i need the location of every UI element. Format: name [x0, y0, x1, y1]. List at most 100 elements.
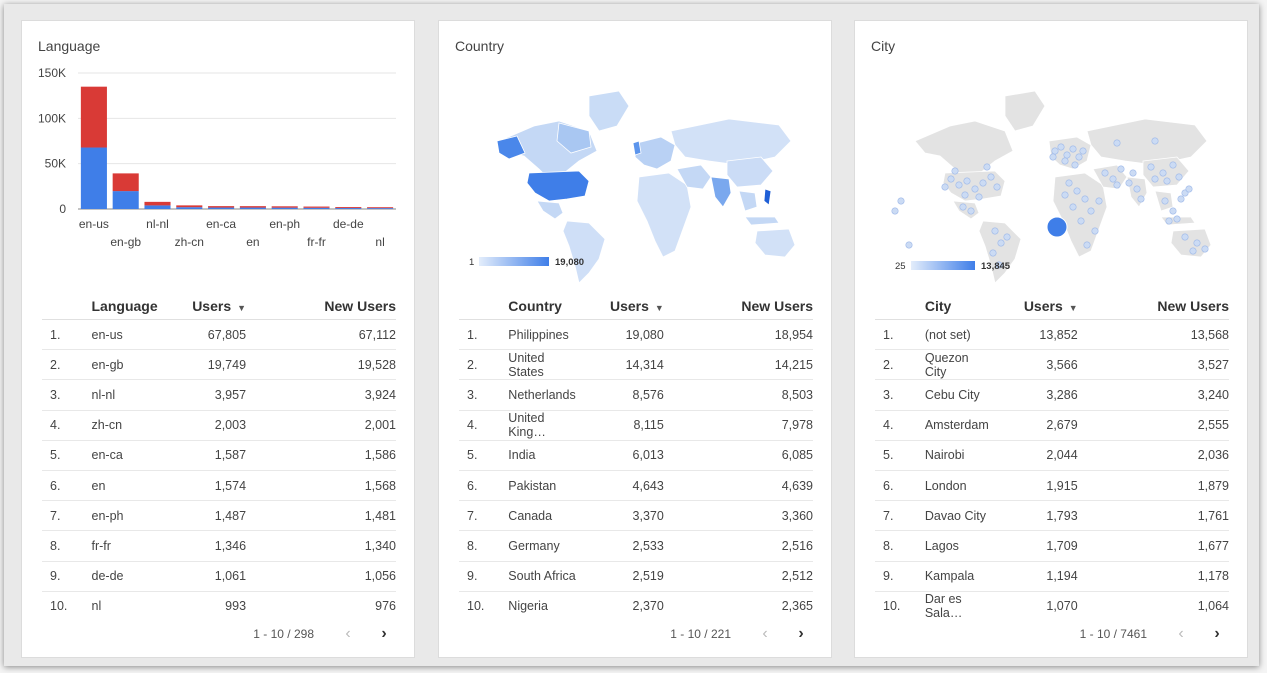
city-bubble[interactable]	[1101, 169, 1109, 177]
table-row[interactable]: 1. en-us 67,805 67,112	[42, 319, 396, 351]
city-bubble[interactable]	[1113, 139, 1121, 147]
table-row[interactable]: 8. Germany 2,533 2,516	[459, 530, 813, 562]
table-row[interactable]: 6. London 1,915 1,879	[875, 470, 1229, 502]
city-bubble[interactable]	[993, 183, 1001, 191]
table-row[interactable]: 2. en-gb 19,749 19,528	[42, 349, 396, 381]
city-bubble[interactable]	[1177, 195, 1185, 203]
bar-zh-cn-series-2[interactable]	[176, 205, 203, 208]
table-row[interactable]: 2. United States 14,314 14,215	[459, 349, 813, 381]
city-bubble[interactable]	[1163, 177, 1171, 185]
city-bubble[interactable]	[971, 185, 979, 193]
city-bubble[interactable]	[947, 175, 955, 183]
city-bubble[interactable]	[975, 193, 983, 201]
city-bubble[interactable]	[1137, 195, 1145, 203]
city-bubble[interactable]	[1087, 207, 1095, 215]
city-bubble[interactable]	[1165, 217, 1173, 225]
city-bubble[interactable]	[963, 177, 971, 185]
column-header-language[interactable]: Language	[91, 293, 158, 320]
column-header-new-users[interactable]: New Users	[260, 293, 396, 320]
city-bubble[interactable]	[1147, 163, 1155, 171]
table-row[interactable]: 4. United King… 8,115 7,978	[459, 410, 813, 441]
bar-en-us-series-1[interactable]	[80, 147, 107, 209]
table-row[interactable]: 10. Nigeria 2,370 2,365	[459, 591, 813, 621]
city-bubble[interactable]	[1003, 233, 1011, 241]
table-row[interactable]: 7. Davao City 1,793 1,761	[875, 500, 1229, 532]
city-bubble[interactable]	[1075, 153, 1083, 161]
city-bubble[interactable]	[1051, 147, 1059, 155]
column-header-new-users[interactable]: New Users	[677, 293, 813, 320]
city-bubble[interactable]	[955, 181, 963, 189]
bar-nl-series-2[interactable]	[367, 207, 394, 209]
city-bubble[interactable]	[1071, 161, 1079, 169]
table-row[interactable]: 3. Netherlands 8,576 8,503	[459, 379, 813, 411]
city-bubble[interactable]	[989, 249, 997, 257]
table-row[interactable]: 1. Philippines 19,080 18,954	[459, 319, 813, 351]
city-bubble[interactable]	[1169, 207, 1177, 215]
chevron-left-icon[interactable]: ‹	[1173, 625, 1189, 643]
city-bubble[interactable]	[1061, 191, 1069, 199]
city-bubble[interactable]	[905, 241, 913, 249]
city-bubble[interactable]	[897, 197, 905, 205]
city-bubble[interactable]	[1065, 179, 1073, 187]
country-choropleth-map[interactable]: 1 19,080	[439, 61, 831, 301]
city-bubble[interactable]	[1081, 195, 1089, 203]
bar-de-de-series-1[interactable]	[335, 208, 362, 209]
city-bubble-map[interactable]: 25 13,845	[855, 61, 1247, 301]
city-bubble[interactable]	[1175, 173, 1183, 181]
chevron-left-icon[interactable]: ‹	[757, 625, 773, 643]
bar-fr-fr-series-2[interactable]	[303, 206, 330, 208]
city-bubble[interactable]	[1159, 169, 1167, 177]
city-bubble[interactable]	[1151, 137, 1159, 145]
bar-en-series-1[interactable]	[239, 207, 266, 209]
city-bubble[interactable]	[1125, 179, 1133, 187]
table-row[interactable]: 4. Amsterdam 2,679 2,555	[875, 410, 1229, 441]
table-row[interactable]: 9. Kampala 1,194 1,178	[875, 561, 1229, 592]
city-bubble[interactable]	[1057, 143, 1065, 151]
bar-nl-nl-series-2[interactable]	[144, 201, 171, 206]
bar-en-gb-series-1[interactable]	[112, 191, 139, 209]
table-row[interactable]: 3. nl-nl 3,957 3,924	[42, 379, 396, 411]
bar-nl-series-1[interactable]	[367, 208, 394, 209]
bar-en-ca-series-2[interactable]	[208, 206, 235, 208]
city-bubble[interactable]	[979, 179, 987, 187]
sort-desc-icon[interactable]: ▼	[655, 303, 664, 313]
city-bubble[interactable]	[1161, 197, 1169, 205]
city-bubble[interactable]	[991, 227, 999, 235]
table-row[interactable]: 5. en-ca 1,587 1,586	[42, 440, 396, 471]
city-bubble[interactable]	[1117, 165, 1125, 173]
city-bubble[interactable]	[1185, 185, 1193, 193]
city-bubble[interactable]	[1069, 203, 1077, 211]
table-row[interactable]: 4. zh-cn 2,003 2,001	[42, 410, 396, 441]
city-bubble[interactable]	[961, 191, 969, 199]
table-row[interactable]: 2. Quezon City 3,566 3,527	[875, 349, 1229, 381]
table-row[interactable]: 10. nl 993 976	[42, 591, 396, 621]
city-bubble[interactable]	[941, 183, 949, 191]
city-bubble[interactable]	[1061, 157, 1069, 165]
bar-en-ca-series-1[interactable]	[208, 207, 235, 209]
city-bubble-not-set[interactable]	[1046, 216, 1068, 238]
city-bubble[interactable]	[1079, 147, 1087, 155]
table-row[interactable]: 7. Canada 3,370 3,360	[459, 500, 813, 532]
bar-en-series-2[interactable]	[239, 206, 266, 208]
sort-desc-icon[interactable]: ▼	[1069, 303, 1078, 313]
city-bubble[interactable]	[1073, 187, 1081, 195]
city-bubble[interactable]	[1133, 185, 1141, 193]
sort-desc-icon[interactable]: ▼	[237, 303, 246, 313]
city-bubble[interactable]	[1077, 217, 1085, 225]
city-bubble[interactable]	[1129, 169, 1137, 177]
city-bubble[interactable]	[997, 239, 1005, 247]
bar-en-gb-series-2[interactable]	[112, 173, 139, 192]
table-row[interactable]: 7. en-ph 1,487 1,481	[42, 500, 396, 532]
table-row[interactable]: 9. de-de 1,061 1,056	[42, 561, 396, 592]
city-bubble[interactable]	[1169, 161, 1177, 169]
city-bubble[interactable]	[959, 203, 967, 211]
city-bubble[interactable]	[891, 207, 899, 215]
column-header-users[interactable]: Users ▼	[988, 293, 1092, 320]
column-header-city[interactable]: City	[924, 293, 989, 320]
city-bubble[interactable]	[1083, 241, 1091, 249]
column-header-users[interactable]: Users ▼	[157, 293, 261, 320]
city-bubble[interactable]	[1109, 175, 1117, 183]
city-bubble[interactable]	[1151, 175, 1159, 183]
city-bubble[interactable]	[1181, 233, 1189, 241]
city-bubble[interactable]	[1189, 247, 1197, 255]
